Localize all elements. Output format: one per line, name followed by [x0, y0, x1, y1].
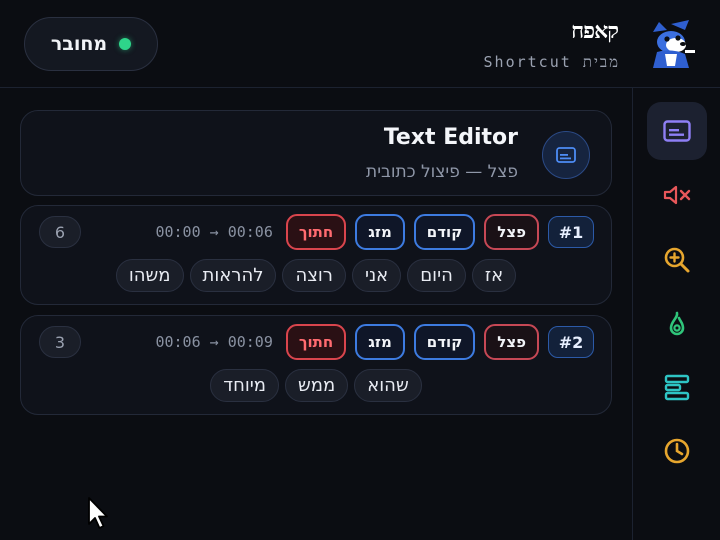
word-chip[interactable]: רוצה: [282, 259, 346, 292]
mute-icon: [663, 185, 691, 205]
sidebar-item-mute[interactable]: [647, 166, 707, 224]
mouse-cursor-icon: [88, 497, 108, 529]
brand-name: קאפח: [571, 19, 619, 44]
trim-button[interactable]: חתוך: [285, 324, 347, 360]
clock-icon: [664, 438, 690, 464]
subtitles-icon: [556, 147, 576, 163]
segment-number: #2: [548, 326, 594, 358]
segment-toolbar: #1 פצל קודם מזג חתוך 00:00 → 00:06: [155, 214, 594, 250]
page-title: Text Editor: [383, 125, 518, 150]
align-icon: [664, 374, 690, 401]
editor-icon-button[interactable]: [542, 131, 590, 179]
sidebar: [632, 88, 720, 540]
segment-card: #1 פצל קודם מזג חתוך 00:00 → 00:06 6 אז …: [20, 205, 612, 305]
brand-subtitle: מבית Shortcut: [483, 53, 620, 71]
word-chip[interactable]: אז: [471, 259, 517, 292]
word-chip[interactable]: היום: [407, 259, 466, 292]
connection-status-button[interactable]: מחובר: [24, 17, 158, 71]
connection-label: מחובר: [50, 33, 108, 55]
fire-icon: [669, 311, 685, 336]
page-subtitle: פצל — פיצול כתובית: [366, 162, 518, 182]
previous-button[interactable]: קודם: [413, 214, 476, 250]
connection-dot-icon: [119, 38, 132, 50]
header: מחובר קאפח מבית Shortcut: [0, 0, 720, 88]
editor-header-card: Text Editor פצל — פיצול כתובית: [20, 110, 612, 196]
segment-card: #2 פצל קודם מזג חתוך 00:06 → 00:09 3 שהו…: [20, 315, 612, 415]
segment-number: #1: [548, 216, 594, 248]
segment-toolbar: #2 פצל קודם מזג חתוך 00:06 → 00:09: [155, 324, 594, 360]
word-chip[interactable]: משהו: [115, 259, 184, 292]
sidebar-item-timing[interactable]: [647, 422, 707, 480]
word-chip[interactable]: מיוחד: [210, 369, 280, 402]
word-count-badge: 6: [39, 216, 81, 248]
logo-icon: [653, 20, 695, 68]
split-button[interactable]: פצל: [484, 214, 539, 250]
split-button[interactable]: פצל: [484, 324, 539, 360]
word-chip[interactable]: שהוא: [354, 369, 422, 402]
sidebar-item-subtitles[interactable]: [647, 102, 707, 160]
word-chip[interactable]: ממש: [285, 369, 349, 402]
segment-words: שהוא ממש מיוחד: [21, 369, 611, 402]
previous-button[interactable]: קודם: [413, 324, 476, 360]
merge-button[interactable]: מזג: [355, 214, 405, 250]
trim-button[interactable]: חתוך: [285, 214, 347, 250]
segment-time: 00:06 → 00:09: [155, 333, 273, 351]
segment-time: 00:00 → 00:06: [155, 223, 273, 241]
subtitles-icon: [663, 120, 691, 142]
word-chip[interactable]: אני: [351, 259, 402, 292]
sidebar-item-layout[interactable]: [647, 358, 707, 416]
merge-button[interactable]: מזג: [355, 324, 405, 360]
sidebar-item-effects[interactable]: [647, 295, 707, 353]
word-chip[interactable]: להראות: [189, 259, 277, 292]
sidebar-item-zoom[interactable]: [647, 231, 707, 289]
segment-words: אז היום אני רוצה להראות משהו: [21, 259, 611, 292]
word-count-badge: 3: [39, 326, 81, 358]
zoom-in-icon: [664, 247, 690, 273]
